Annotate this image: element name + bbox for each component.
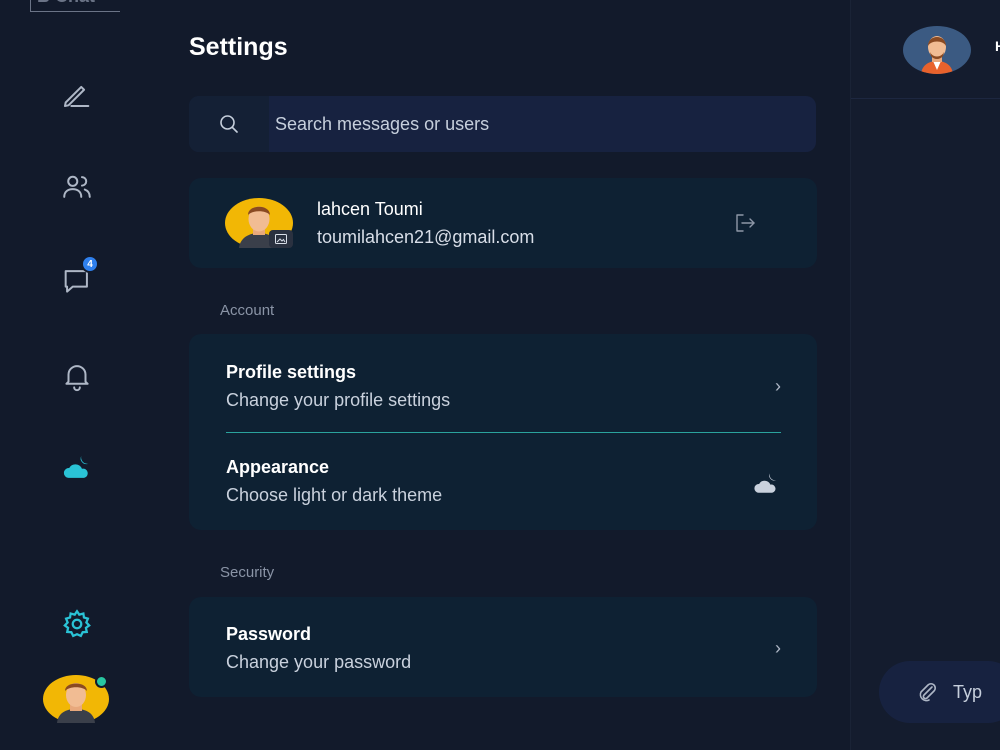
password-title: Password: [226, 624, 312, 644]
profile-settings-title: Profile settings: [226, 362, 357, 382]
message-input[interactable]: [953, 681, 1000, 703]
rail-new-chat[interactable]: [57, 74, 97, 114]
chevron-right-icon: ›: [775, 638, 781, 658]
cloud-moon-icon: [754, 473, 776, 493]
search-icon: [220, 115, 238, 133]
rail-notifications[interactable]: [57, 356, 97, 396]
search-button[interactable]: [189, 96, 269, 152]
password-row[interactable]: Password Change your password ›: [226, 624, 781, 694]
account-section-label: Account: [220, 302, 275, 319]
message-composer: [879, 661, 1000, 723]
pencil-icon: [63, 85, 90, 108]
change-photo-button[interactable]: [269, 230, 293, 248]
profile-name: lahcen Toumi: [317, 199, 423, 219]
online-status-dot: [95, 675, 108, 688]
logout-button[interactable]: [733, 212, 757, 234]
profile-card: lahcen Toumi toumilahcen21@gmail.com: [189, 178, 817, 268]
user-avatar[interactable]: [43, 675, 109, 723]
search-bar: [189, 96, 816, 152]
logout-icon: [736, 214, 755, 232]
chevron-right-icon: ›: [775, 376, 781, 396]
appearance-row[interactable]: Appearance Choose light or dark theme: [226, 457, 781, 527]
rail-settings[interactable]: [57, 604, 97, 644]
rail-theme-toggle[interactable]: [57, 448, 97, 488]
profile-settings-row[interactable]: Profile settings Change your profile set…: [226, 362, 781, 432]
contact-name: H: [995, 38, 1000, 54]
paperclip-icon[interactable]: [915, 680, 939, 704]
nav-rail: B Chat 4: [0, 0, 155, 750]
cloud-moon-icon: [63, 455, 89, 478]
image-icon: [275, 234, 287, 244]
row-divider: [226, 432, 781, 433]
app-logo: B Chat: [30, 0, 120, 12]
bell-icon: [65, 365, 89, 392]
rail-chats[interactable]: 4: [57, 255, 99, 301]
chat-header-divider: [851, 98, 1000, 99]
appearance-title: Appearance: [226, 457, 330, 477]
password-subtitle: Change your password: [226, 652, 412, 672]
gear-icon: [63, 609, 91, 638]
contact-avatar[interactable]: [903, 26, 971, 74]
account-card: Profile settings Change your profile set…: [189, 334, 817, 530]
users-icon: [63, 175, 91, 198]
avatar-illustration: [921, 36, 953, 74]
profile-email: toumilahcen21@gmail.com: [317, 227, 535, 247]
search-input[interactable]: [269, 96, 816, 152]
appearance-subtitle: Choose light or dark theme: [226, 485, 443, 505]
security-section-label: Security: [220, 564, 275, 581]
rail-contacts[interactable]: [57, 167, 97, 207]
chat-area: H: [850, 0, 1000, 750]
security-card: Password Change your password ›: [189, 597, 817, 697]
page-title: Settings: [189, 33, 288, 61]
profile-settings-subtitle: Change your profile settings: [226, 390, 451, 410]
chats-count-badge: 4: [81, 255, 99, 273]
